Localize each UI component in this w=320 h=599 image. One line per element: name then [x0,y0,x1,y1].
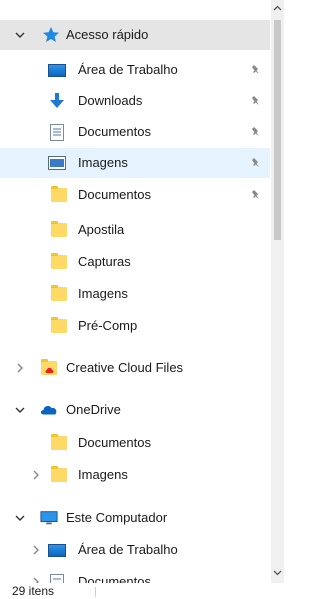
creative-cloud-folder-icon [40,359,58,377]
desktop-icon [48,61,66,79]
tree-item-label: Área de Trabalho [78,62,178,77]
folder-icon [50,434,68,452]
onedrive-cloud-icon [40,401,58,419]
navigation-pane: Acesso rápido Área de Trabalho Downloads… [0,0,270,583]
tree-item-folder[interactable]: Pré-Comp [0,311,270,341]
tree-item-onedrive[interactable]: OneDrive [0,395,270,425]
documents-icon [48,573,66,583]
scroll-up-icon[interactable] [273,4,282,13]
tree-item-label: Apostila [78,222,125,237]
downloads-icon [48,92,66,110]
chevron-right-icon[interactable] [30,544,42,556]
status-divider [95,587,96,597]
tree-item-label: Documentos [78,187,151,202]
tree-item-folder[interactable]: Capturas [0,247,270,277]
chevron-right-icon[interactable] [14,362,26,374]
tree-item-label: Documentos [78,124,151,139]
item-count: 29 itens [12,584,55,598]
tree-item-folder[interactable]: Documentos [0,428,270,458]
tree-item-label: Creative Cloud Files [66,360,184,375]
tree-item-pictures[interactable]: Imagens [0,148,270,178]
folder-icon [50,317,68,335]
vertical-scrollbar[interactable] [271,0,284,583]
star-pin-icon [42,26,60,44]
tree-item-label: Acesso rápido [66,27,149,42]
chevron-right-icon[interactable] [30,469,42,481]
tree-item-folder[interactable]: Apostila [0,215,270,245]
chevron-down-icon[interactable] [14,512,26,524]
folder-icon [50,285,68,303]
tree-item-desktop[interactable]: Área de Trabalho [0,535,270,565]
chevron-right-icon[interactable] [30,576,42,583]
tree-item-label: Imagens [78,467,128,482]
tree-item-label: Downloads [78,93,143,108]
tree-item-downloads[interactable]: Downloads [0,86,270,116]
tree-item-quick-access[interactable]: Acesso rápido [0,20,270,50]
tree-item-desktop[interactable]: Área de Trabalho [0,55,270,85]
tree-item-folder[interactable]: Documentos [0,180,270,210]
pin-icon [252,127,259,136]
tree-item-documents[interactable]: Documentos [0,567,270,583]
folder-icon [50,466,68,484]
tree-item-this-pc[interactable]: Este Computador [0,503,270,533]
desktop-icon [48,541,66,559]
chevron-down-icon[interactable] [14,404,26,416]
tree-item-label: Documentos [78,574,151,583]
tree-item-label: Área de Trabalho [78,542,178,557]
pin-icon [252,96,259,105]
pin-icon [252,190,259,199]
tree-item-creative-cloud[interactable]: Creative Cloud Files [0,353,270,383]
tree-item-label: Imagens [78,155,128,170]
tree-item-folder[interactable]: Imagens [0,460,270,490]
computer-icon [40,509,58,527]
chevron-down-icon[interactable] [14,29,26,41]
scroll-down-icon[interactable] [273,568,282,577]
pin-icon [252,65,259,74]
tree-item-label: Pré-Comp [78,318,138,333]
pictures-icon [48,154,66,172]
tree-item-label: Este Computador [66,510,168,525]
folder-icon [50,253,68,271]
tree-item-documents[interactable]: Documentos [0,117,270,147]
folder-icon [50,221,68,239]
tree-item-label: OneDrive [66,402,121,417]
documents-icon [48,123,66,141]
scrollbar-thumb[interactable] [274,20,281,240]
tree-item-label: Capturas [78,254,131,269]
tree-item-label: Documentos [78,435,151,450]
status-bar: 29 itens [0,583,284,599]
tree-item-folder[interactable]: Imagens [0,279,270,309]
tree-item-label: Imagens [78,286,128,301]
folder-icon [50,186,68,204]
pin-icon [252,158,259,167]
